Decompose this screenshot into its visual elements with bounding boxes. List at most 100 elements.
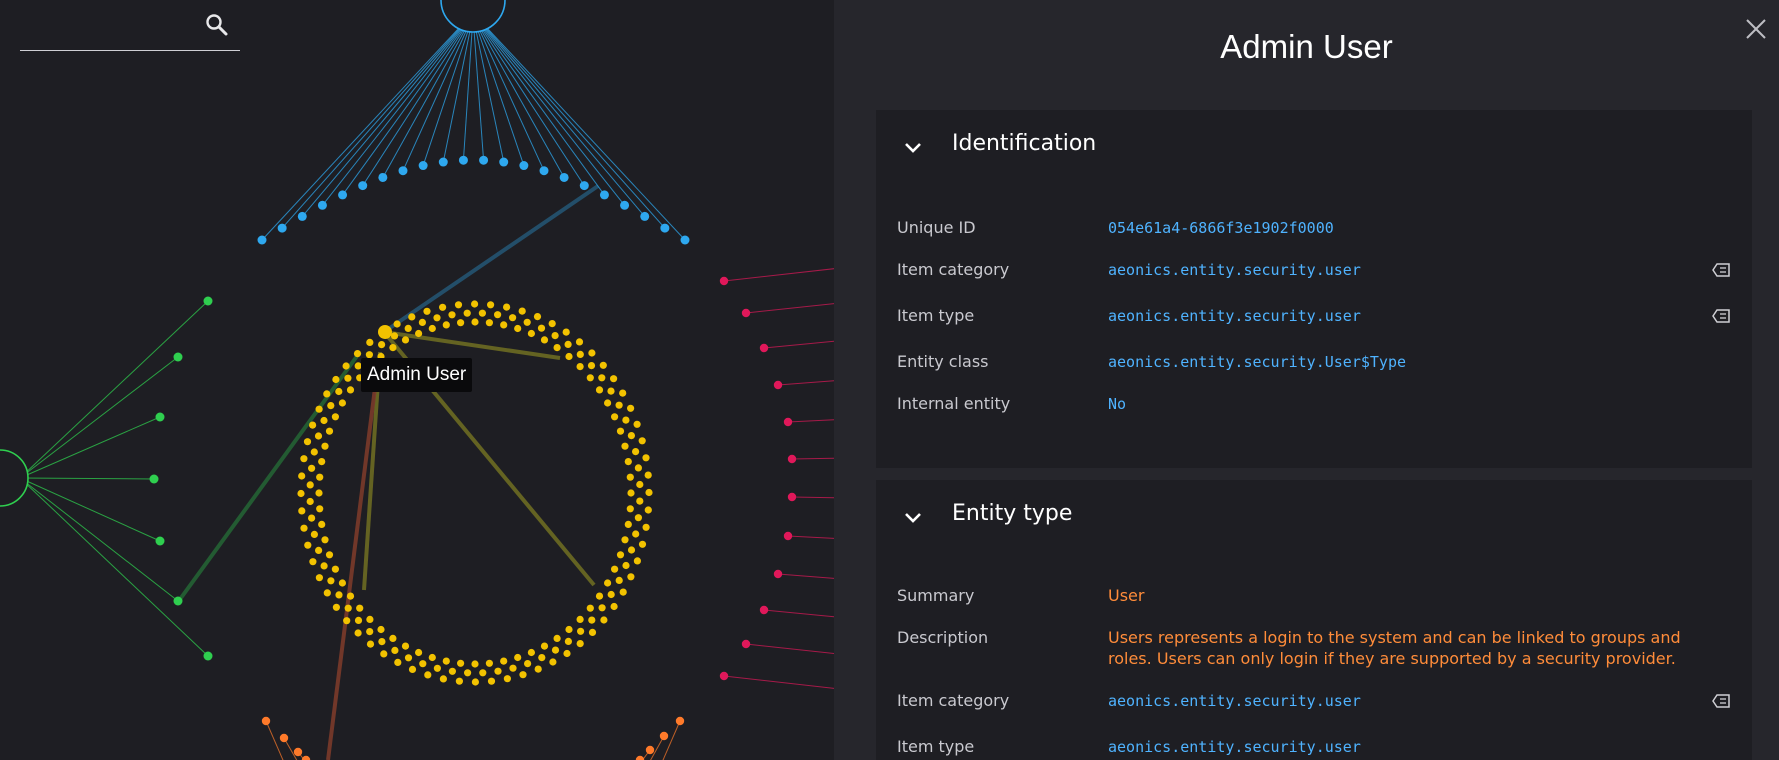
graph-node-red[interactable]: [759, 605, 769, 615]
graph-node-yellow[interactable]: [478, 309, 486, 317]
graph-node-yellow[interactable]: [537, 324, 546, 332]
graph-node-orange[interactable]: [635, 755, 645, 760]
graph-node-blue[interactable]: [277, 223, 287, 233]
graph-node-yellow[interactable]: [624, 458, 632, 466]
graph-node-yellow[interactable]: [563, 649, 571, 658]
graph-node-green[interactable]: [155, 536, 165, 546]
graph-node-yellow[interactable]: [509, 664, 517, 672]
graph-node-yellow[interactable]: [518, 307, 526, 315]
graph-node-yellow[interactable]: [394, 658, 402, 667]
tag-icon[interactable]: [1712, 262, 1730, 278]
graph-node-orange[interactable]: [645, 745, 655, 755]
graph-node-yellow[interactable]: [562, 328, 570, 336]
graph-node-yellow[interactable]: [577, 627, 585, 635]
graph-node-yellow[interactable]: [619, 389, 627, 397]
graph-node-yellow[interactable]: [320, 562, 328, 570]
puzzle-icon[interactable]: [0, 449, 29, 507]
graph-node-blue[interactable]: [338, 190, 348, 200]
field-value[interactable]: aeonics.entity.security.user: [1108, 301, 1361, 331]
graph-node-yellow[interactable]: [393, 320, 401, 328]
graph-node-red[interactable]: [773, 380, 783, 390]
graph-node-yellow[interactable]: [315, 546, 323, 555]
chevron-down-icon[interactable]: [902, 506, 924, 528]
graph-node-yellow[interactable]: [471, 678, 479, 686]
close-icon[interactable]: [1743, 16, 1769, 42]
graph-node-yellow[interactable]: [315, 405, 323, 413]
section-header-identification[interactable]: Identification: [876, 110, 1752, 186]
graph-node-yellow[interactable]: [576, 615, 584, 624]
graph-node-yellow[interactable]: [607, 590, 615, 599]
graph-node-yellow[interactable]: [586, 604, 594, 612]
graph-node-yellow[interactable]: [323, 589, 331, 597]
graph-node-yellow[interactable]: [485, 659, 493, 667]
graph-node-yellow[interactable]: [309, 558, 317, 566]
graph-node-red[interactable]: [759, 343, 769, 353]
graph-node-yellow[interactable]: [332, 375, 340, 384]
graph-node-yellow[interactable]: [344, 604, 352, 612]
graph-node-yellow[interactable]: [564, 340, 572, 348]
graph-node-blue[interactable]: [257, 235, 267, 245]
graph-node-yellow[interactable]: [607, 387, 615, 395]
graph-node-blue[interactable]: [398, 166, 408, 176]
graph-node-yellow[interactable]: [424, 671, 432, 679]
graph-node-yellow[interactable]: [615, 401, 623, 409]
tag-icon[interactable]: [1712, 308, 1730, 324]
graph-node-yellow[interactable]: [622, 561, 630, 570]
graph-node-yellow[interactable]: [636, 480, 644, 489]
graph-node-yellow[interactable]: [464, 669, 472, 677]
graph-node-yellow[interactable]: [633, 557, 642, 565]
graph-node-yellow[interactable]: [390, 332, 399, 340]
graph-node-yellow[interactable]: [356, 604, 364, 612]
graph-node-yellow[interactable]: [309, 421, 317, 429]
graph-node-yellow[interactable]: [508, 314, 517, 322]
graph-node-yellow[interactable]: [565, 352, 573, 361]
graph-node-red[interactable]: [719, 276, 729, 286]
graph-node-yellow[interactable]: [586, 374, 594, 382]
graph-node-yellow[interactable]: [514, 653, 522, 662]
graph-node-yellow[interactable]: [439, 675, 447, 683]
field-value[interactable]: aeonics.entity.security.user: [1108, 686, 1361, 716]
tag-icon[interactable]: [1712, 693, 1730, 709]
graph-node-blue[interactable]: [378, 172, 388, 182]
graph-node-yellow[interactable]: [599, 361, 607, 369]
graph-node-blue[interactable]: [640, 211, 650, 221]
graph-node-blue[interactable]: [519, 161, 529, 171]
graph-node-yellow[interactable]: [638, 540, 647, 548]
graph-node-yellow[interactable]: [621, 442, 629, 450]
gear-icon[interactable]: [440, 0, 506, 33]
graph-node-yellow[interactable]: [538, 654, 546, 662]
graph-node-orange[interactable]: [301, 755, 311, 760]
graph-node-yellow[interactable]: [611, 565, 619, 573]
graph-node-yellow[interactable]: [616, 427, 625, 435]
graph-node-yellow[interactable]: [415, 329, 423, 338]
graph-node-yellow[interactable]: [366, 628, 374, 636]
graph-node-yellow[interactable]: [304, 541, 312, 549]
graph-node-yellow[interactable]: [632, 530, 640, 538]
graph-node-yellow[interactable]: [338, 579, 346, 587]
graph-node-yellow[interactable]: [604, 579, 612, 587]
graph-node-blue[interactable]: [539, 166, 549, 176]
graph-node-yellow[interactable]: [442, 321, 450, 329]
graph-node-green[interactable]: [173, 352, 183, 362]
graph-node-red[interactable]: [783, 531, 793, 541]
graph-node-yellow[interactable]: [346, 592, 355, 600]
graph-node-yellow[interactable]: [634, 514, 643, 522]
graph-node-yellow[interactable]: [549, 658, 557, 666]
graph-node-yellow[interactable]: [377, 625, 385, 634]
graph-node-yellow[interactable]: [310, 530, 318, 539]
graph-node-yellow[interactable]: [487, 677, 496, 685]
graph-node-orange[interactable]: [261, 716, 271, 726]
graph-node-yellow[interactable]: [610, 375, 618, 383]
graph-node-red[interactable]: [741, 308, 751, 318]
graph-node-yellow[interactable]: [600, 616, 608, 624]
graph-node-yellow[interactable]: [645, 488, 653, 497]
graph-node-blue[interactable]: [620, 200, 630, 210]
graph-node-yellow[interactable]: [615, 576, 623, 585]
graph-node-yellow[interactable]: [454, 301, 463, 309]
relationship-graph[interactable]: Admin User: [0, 0, 834, 760]
graph-node-yellow[interactable]: [389, 344, 397, 352]
graph-node-yellow[interactable]: [346, 386, 355, 394]
graph-node-yellow[interactable]: [604, 399, 612, 407]
graph-node-yellow[interactable]: [366, 615, 374, 624]
graph-node-yellow[interactable]: [391, 646, 399, 655]
